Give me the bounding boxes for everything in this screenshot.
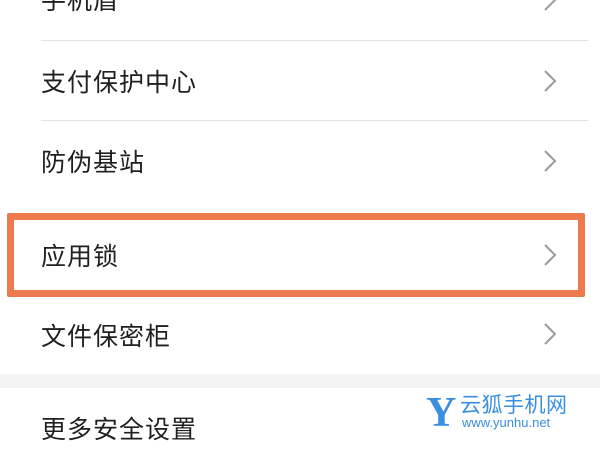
section-separator [0, 374, 600, 388]
list-item-label: 支付保护中心 [41, 68, 198, 97]
chevron-right-icon [544, 70, 557, 92]
list-item-payment-protection[interactable]: 支付保护中心 [0, 41, 600, 120]
list-item-label: 更多安全设置 [41, 415, 198, 444]
watermark-url: www.yunhu.net [462, 415, 551, 430]
yunhu-logo-icon: Y [425, 389, 457, 434]
chevron-right-icon [544, 0, 557, 11]
list-item-file-safe[interactable]: 文件保密柜 [0, 296, 600, 374]
chevron-right-icon [544, 150, 557, 172]
list-item-anti-fake-base-station[interactable]: 防伪基站 [0, 121, 600, 201]
list-item-label: 防伪基站 [41, 148, 146, 177]
list-item-phone-shield[interactable]: 手机盾 [0, 0, 600, 40]
highlight-box [7, 213, 585, 297]
chevron-right-icon [544, 323, 557, 345]
list-item-label: 手机盾 [41, 0, 120, 15]
list-item-label: 文件保密柜 [41, 322, 172, 351]
svg-text:Y: Y [426, 390, 456, 434]
watermark: Y 云狐手机网 www.yunhu.net [424, 388, 594, 440]
security-settings-list: 手机盾 支付保护中心 防伪基站 应用锁 文件保密柜 更多安全设置 [0, 0, 600, 450]
